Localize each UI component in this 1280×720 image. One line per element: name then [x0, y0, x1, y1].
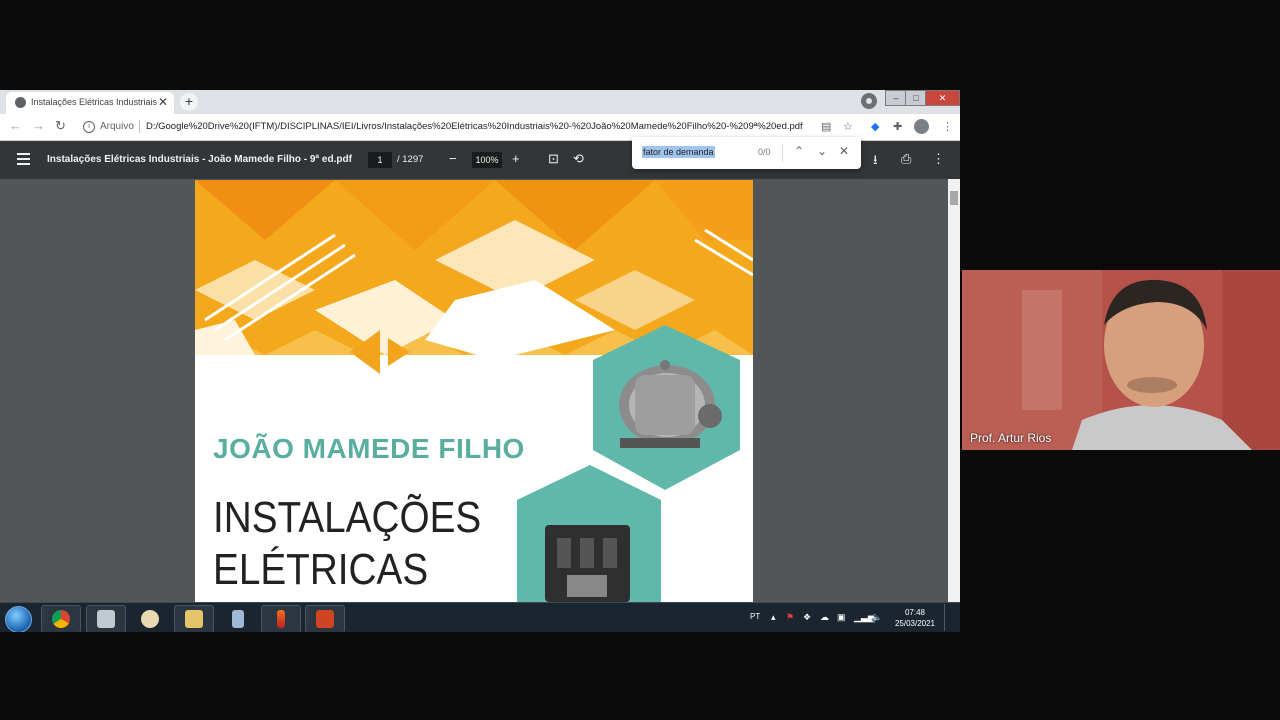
browser-tab[interactable]: Instalações Elétricas Industriais - ✕: [6, 92, 174, 114]
show-desktop-button[interactable]: [944, 604, 959, 631]
rotate-icon[interactable]: ⟲: [573, 151, 584, 167]
pdf-page: JOÃO MAMEDE FILHO INSTALAÇÕES ELÉTRICAS: [195, 180, 753, 602]
more-actions-icon[interactable]: ⋮: [932, 151, 945, 167]
powerpoint-logo-icon: [316, 610, 334, 628]
book-title-line1: INSTALAÇÕES: [213, 493, 482, 542]
back-icon[interactable]: ←: [9, 118, 22, 133]
palette-icon: [141, 610, 159, 628]
reload-icon[interactable]: ↻: [55, 118, 66, 134]
paint-icon[interactable]: [130, 605, 170, 632]
start-button[interactable]: [5, 606, 32, 632]
download-icon[interactable]: ⭳: [873, 151, 878, 173]
find-input[interactable]: fator de demanda: [642, 146, 715, 158]
zoom-out-icon[interactable]: −: [449, 151, 457, 166]
device-icon[interactable]: ▣: [837, 612, 846, 623]
dropbox-icon[interactable]: ❖: [803, 612, 811, 623]
tab-close-icon[interactable]: ✕: [158, 95, 168, 109]
pdf-viewer[interactable]: JOÃO MAMEDE FILHO INSTALAÇÕES ELÉTRICAS: [0, 179, 960, 602]
find-result-count: 0/0: [758, 147, 771, 157]
find-previous-icon[interactable]: ⌃: [794, 144, 804, 158]
find-next-icon[interactable]: ⌄: [817, 144, 827, 158]
pen-tool-icon[interactable]: [261, 605, 301, 632]
forward-icon[interactable]: →: [32, 118, 45, 133]
bookmark-star-icon[interactable]: ☆: [843, 120, 853, 133]
divider: [782, 144, 783, 162]
participant-name: Prof. Artur Rios: [970, 431, 1052, 445]
presenter-video-frame: [962, 270, 1280, 450]
book-title-line2: ELÉTRICAS: [213, 545, 429, 594]
clock-date: 25/03/2021: [894, 619, 936, 628]
snipping-tool-icon[interactable]: [86, 605, 126, 632]
windows-taskbar: PT ▴ ⚑ ❖ ☁ ▣ ▁▃▅ 🔈 07:48 25/03/2021: [0, 602, 960, 632]
save-page-icon[interactable]: ▤: [821, 120, 831, 133]
system-clock[interactable]: 07:48 25/03/2021: [892, 607, 938, 629]
divider: [139, 120, 140, 133]
calculator-icon[interactable]: [218, 605, 258, 632]
info-icon[interactable]: i: [83, 121, 95, 133]
close-window-button[interactable]: ✕: [925, 90, 960, 106]
scrollbar-thumb[interactable]: [950, 191, 958, 205]
file-explorer-icon[interactable]: [174, 605, 214, 632]
page-total: / 1297: [397, 154, 424, 165]
calculator-glyph-icon: [232, 610, 244, 628]
powerpoint-icon[interactable]: [305, 605, 345, 632]
page-number-input[interactable]: 1: [368, 152, 392, 168]
browser-tab-strip: Instalações Elétricas Industriais - ✕ + …: [0, 90, 960, 114]
circuit-breaker-illustration: [545, 525, 630, 602]
minimize-button[interactable]: –: [885, 90, 907, 106]
language-indicator[interactable]: PT: [750, 612, 760, 621]
fit-page-icon[interactable]: ⊡: [548, 151, 559, 167]
volume-icon[interactable]: 🔈: [871, 612, 882, 623]
new-tab-button[interactable]: +: [180, 93, 198, 111]
globe-icon: [15, 97, 26, 108]
print-icon[interactable]: ⎙: [901, 151, 911, 167]
action-center-flag-icon[interactable]: ⚑: [786, 612, 794, 623]
desktop-screen: Instalações Elétricas Industriais - ✕ + …: [0, 90, 960, 632]
book-title: INSTALAÇÕES ELÉTRICAS: [213, 492, 481, 596]
scissors-icon: [97, 610, 115, 628]
vertical-scrollbar[interactable]: [948, 179, 960, 602]
find-close-icon[interactable]: ✕: [839, 144, 849, 158]
cloud-icon[interactable]: ☁: [820, 612, 829, 623]
extensions-puzzle-icon[interactable]: ✚: [893, 120, 902, 133]
folder-icon: [185, 610, 203, 628]
zoom-in-icon[interactable]: +: [512, 151, 520, 166]
clock-time: 07:48: [904, 608, 926, 617]
browser-menu-icon[interactable]: ⋮: [942, 120, 953, 133]
tab-title: Instalações Elétricas Industriais -: [31, 97, 157, 107]
zoom-level-input[interactable]: 100%: [472, 152, 502, 168]
sidebar-menu-icon[interactable]: [17, 153, 30, 168]
maximize-button[interactable]: □: [905, 90, 927, 106]
extension-icon[interactable]: ◆: [871, 120, 879, 133]
webcam-video: Prof. Artur Rios: [962, 270, 1280, 450]
profile-avatar[interactable]: [914, 119, 929, 134]
chrome-icon[interactable]: [41, 605, 81, 632]
show-hidden-icons-icon[interactable]: ▴: [771, 612, 776, 623]
address-bar[interactable]: D:/Google%20Drive%20(IFTM)/DISCIPLINAS/I…: [146, 121, 810, 132]
tab-search-icon[interactable]: [861, 93, 877, 109]
find-bar: fator de demanda 0/0 ⌃ ⌄ ✕: [632, 137, 861, 169]
chrome-logo: [52, 610, 70, 628]
book-author: JOÃO MAMEDE FILHO: [213, 433, 525, 464]
pdf-document-title: Instalações Elétricas Industriais - João…: [47, 154, 352, 165]
address-scheme: Arquivo: [100, 121, 134, 132]
pen-icon: [277, 610, 285, 628]
